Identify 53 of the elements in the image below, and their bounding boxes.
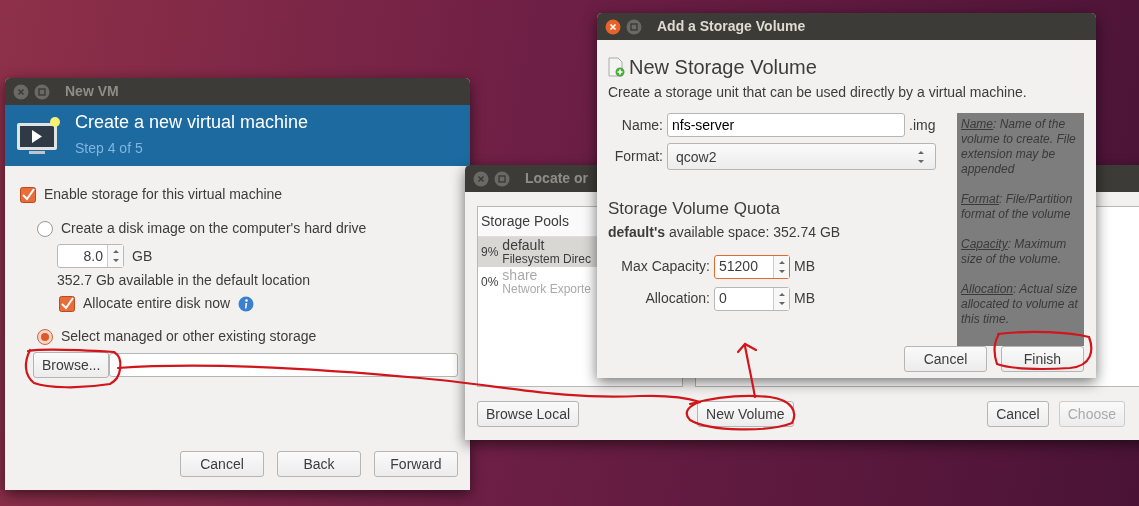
spin-field[interactable]: 0	[714, 286, 790, 311]
help-text: Format: File/Partition format of the volume	[961, 192, 1074, 222]
checkbox[interactable]	[59, 295, 75, 312]
window-title: Locate or	[525, 169, 588, 188]
radio-label: Select managed or other existing storage	[61, 327, 317, 346]
path-field[interactable]	[109, 353, 458, 377]
info-icon[interactable]	[238, 295, 255, 312]
help-text: Capacity: Maximum size of the volume.	[961, 237, 1068, 267]
radio-button[interactable]	[37, 328, 53, 345]
dialog-button[interactable]: New Volume	[697, 401, 794, 427]
dialog-button[interactable]: Forward	[374, 451, 458, 477]
help-text: Name: Name of the volume to create. File extension may be appended	[961, 117, 1077, 177]
help-text: Allocation: Actual size allocated to volume at this time.	[961, 282, 1079, 327]
dialog-button[interactable]: Finish	[1001, 346, 1084, 372]
dialog-button[interactable]: Browse Local	[477, 401, 580, 427]
dialog-button[interactable]: Cancel	[987, 401, 1049, 427]
name-field[interactable]: nfs-server	[667, 113, 905, 137]
step-label: Step 4 of 5	[75, 138, 144, 158]
unit-label: GB	[132, 246, 153, 266]
dialog-button[interactable]: Cancel	[904, 346, 987, 372]
monitor-icon	[15, 114, 63, 157]
dialog-title: Create a new virtual machine	[75, 112, 309, 134]
radio-label: Create a disk image on the computer's hard drive	[61, 219, 367, 238]
dialog-button[interactable]: Cancel	[180, 451, 264, 477]
field-label: Name:	[620, 115, 663, 135]
field-label: Allocation:	[644, 289, 710, 308]
new-document-icon	[608, 57, 625, 77]
pool-name: share	[502, 268, 539, 282]
unit-label: MB	[794, 257, 815, 276]
spin-field[interactable]: 51200	[714, 254, 790, 279]
pool-type: Filesystem Direc	[502, 252, 592, 266]
checkbox-label: Enable storage for this virtual machine	[44, 185, 283, 204]
browse-button[interactable]: Browse...	[33, 352, 110, 378]
pool-type: Network Exporte	[502, 282, 592, 296]
usage-percent: 0%	[481, 275, 499, 289]
usage-percent: 9%	[481, 245, 499, 259]
close-icon[interactable]	[605, 18, 621, 35]
radio-button[interactable]	[37, 220, 53, 237]
window-title: Add a Storage Volume	[657, 17, 806, 36]
format-dropdown[interactable]: qcow2	[667, 143, 936, 170]
dialog-heading: New Storage Volume	[629, 55, 817, 80]
unit-label: MB	[794, 289, 815, 308]
checkbox[interactable]	[20, 186, 36, 203]
checkbox-label: Allocate entire disk now	[83, 294, 231, 313]
dialog-button[interactable]: Back	[277, 451, 361, 477]
extension-label: .img	[909, 115, 936, 135]
spin-field[interactable]: 8.0	[57, 244, 124, 268]
annotation-arrow	[736, 342, 758, 399]
window-title: New VM	[65, 82, 119, 101]
field-label: Format:	[613, 147, 663, 166]
description-text: Create a storage unit that can be used directly by a virtual machine.	[608, 83, 1028, 102]
pool-name: default	[502, 238, 546, 252]
available-space-text: 352.7 Gb available in the default location	[57, 271, 311, 290]
